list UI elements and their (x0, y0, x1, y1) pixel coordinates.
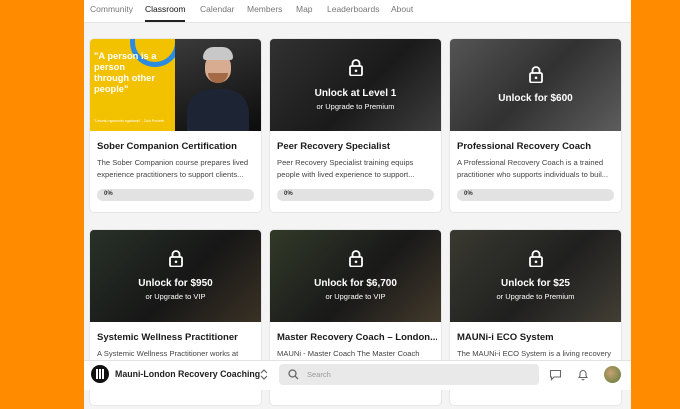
tab-leaderboards[interactable]: Leaderboards (327, 4, 379, 14)
upgrade-label: or Upgrade to Premium (316, 102, 395, 111)
tab-community[interactable]: Community (90, 4, 133, 14)
course-title: Systemic Wellness Practitioner (97, 332, 238, 343)
course-card[interactable]: Unlock for $600 Professional Recovery Co… (450, 39, 621, 212)
quote-text: "A person is a person through other peop… (94, 51, 157, 94)
app-panel: Community Classroom Calendar Members Map… (84, 0, 631, 409)
course-image: Unlock for $25 or Upgrade to Premium (450, 230, 621, 322)
unlock-label: Unlock for $950 (138, 278, 213, 289)
avatar[interactable] (604, 366, 621, 383)
quote-attribution: "Umuntu ngumuntu ngabantu" - Zulu Prover… (94, 119, 164, 123)
group-name[interactable]: Mauni-London Recovery Coaching (115, 369, 260, 379)
course-image: Unlock for $950 or Upgrade to VIP (90, 230, 261, 322)
course-image: "A person is a person through other peop… (90, 39, 261, 131)
chat-icon[interactable] (549, 369, 562, 381)
tab-map[interactable]: Map (296, 4, 313, 14)
upgrade-label: or Upgrade to Premium (496, 292, 575, 301)
lock-icon (528, 250, 543, 267)
upgrade-label: or Upgrade to VIP (325, 292, 386, 301)
course-image: Unlock for $600 (450, 39, 621, 131)
unlock-label: Unlock for $600 (498, 93, 573, 104)
course-card[interactable]: Unlock at Level 1 or Upgrade to Premium … (270, 39, 441, 212)
unlock-label: Unlock for $25 (501, 278, 570, 289)
course-description: Peer Recovery Specialist training equips… (277, 158, 415, 179)
tab-members[interactable]: Members (247, 4, 282, 14)
course-title: Peer Recovery Specialist (277, 141, 391, 152)
person-photo (175, 39, 261, 131)
progress-bar: 0% (277, 189, 434, 201)
course-description: A Professional Recovery Coach is a train… (457, 158, 609, 179)
progress-bar: 0% (97, 189, 254, 201)
group-logo-icon[interactable] (91, 365, 109, 383)
progress-label: 0% (104, 191, 113, 197)
nav-tabs: Community Classroom Calendar Members Map… (84, 0, 631, 23)
course-title: Master Recovery Coach – London... (277, 332, 437, 343)
tab-about[interactable]: About (391, 4, 413, 14)
course-image: Unlock for $6,700 or Upgrade to VIP (270, 230, 441, 322)
lock-icon (528, 66, 543, 83)
course-image: Unlock at Level 1 or Upgrade to Premium (270, 39, 441, 131)
chevron-updown-icon[interactable] (260, 368, 268, 381)
course-title: MAUNi-i ECO System (457, 332, 554, 343)
lock-icon (348, 59, 363, 76)
search-placeholder: Search (307, 370, 331, 379)
tab-calendar[interactable]: Calendar (200, 4, 235, 14)
unlock-label: Unlock at Level 1 (314, 88, 397, 99)
active-tab-indicator (145, 20, 185, 22)
lock-icon (168, 250, 183, 267)
progress-label: 0% (284, 191, 293, 197)
unlock-label: Unlock for $6,700 (314, 278, 397, 289)
progress-label: 0% (464, 191, 473, 197)
bell-icon[interactable] (577, 368, 589, 381)
course-title: Professional Recovery Coach (457, 141, 592, 152)
progress-bar: 0% (457, 189, 614, 201)
course-card[interactable]: "A person is a person through other peop… (90, 39, 261, 212)
course-title: Sober Companion Certification (97, 141, 237, 152)
tab-classroom[interactable]: Classroom (145, 4, 186, 14)
search-input[interactable]: Search (279, 364, 539, 385)
lock-icon (348, 250, 363, 267)
quote-panel: "A person is a person through other peop… (90, 39, 180, 131)
upgrade-label: or Upgrade to VIP (145, 292, 206, 301)
course-description: The Sober Companion course prepares live… (97, 158, 249, 179)
search-icon (288, 369, 299, 380)
bottom-bar: Mauni-London Recovery Coaching Search (84, 360, 631, 390)
